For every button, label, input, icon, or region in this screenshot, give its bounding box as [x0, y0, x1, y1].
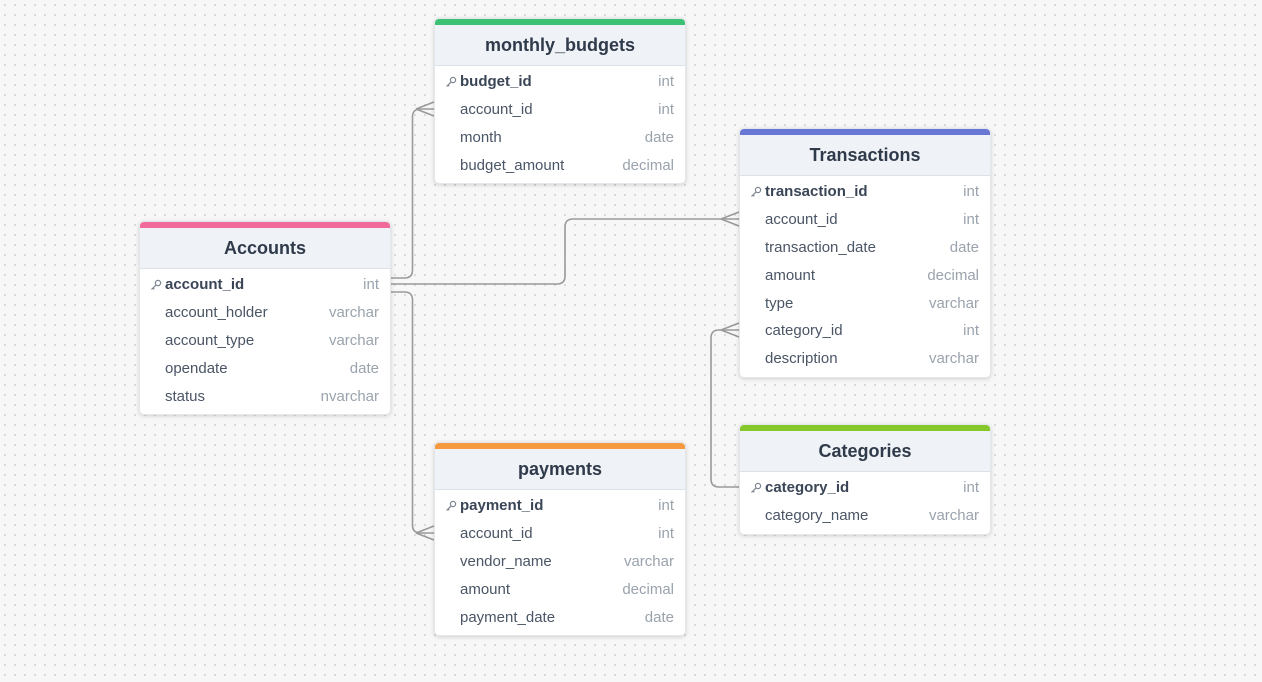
field-type: date [644, 128, 674, 146]
rel-accounts-transactions [391, 218, 739, 285]
field-row-transaction-id[interactable]: transaction_id int [740, 178, 990, 206]
field-row-description[interactable]: description varchar [740, 345, 990, 373]
field-row-category-id[interactable]: category_id int [740, 317, 990, 345]
field-row-budget-id[interactable]: budget_id int [435, 68, 685, 96]
field-type: int [658, 101, 674, 119]
field-row-budget-amount[interactable]: budget_amount decimal [435, 151, 685, 179]
field-name: month [460, 128, 502, 146]
field-type: int [363, 276, 379, 294]
field-type: int [963, 479, 979, 497]
field-name: opendate [165, 359, 228, 377]
table-accounts[interactable]: Accounts account_id int account_holder varc… [139, 221, 391, 415]
field-list: category_id int category_name varchar [740, 472, 990, 534]
field-name: account_id [165, 276, 245, 294]
field-name: account_holder [165, 304, 268, 322]
field-name: type [765, 294, 794, 312]
field-type: int [658, 525, 674, 543]
field-list: budget_id int account_id int month date budget… [435, 66, 685, 183]
field-type: decimal [622, 580, 674, 598]
rel-accounts-payments [391, 291, 434, 534]
field-list: account_id int account_holder varchar accoun… [140, 269, 390, 414]
diagram-canvas[interactable]: monthly_budgets budget_id int account_id in… [0, 0, 1262, 682]
field-row-account-id[interactable]: account_id int [435, 96, 685, 124]
field-row-category-name[interactable]: category_name varchar [740, 502, 990, 530]
field-row-transaction-date[interactable]: transaction_date date [740, 234, 990, 262]
field-name: budget_amount [460, 156, 565, 174]
field-list: payment_id int account_id int vendor_name var… [435, 490, 685, 635]
rel-categories-transactions-crows-foot [720, 322, 740, 338]
field-type: varchar [928, 350, 979, 368]
field-row-account-holder[interactable]: account_holder varchar [140, 299, 390, 327]
table-title[interactable]: Categories [740, 431, 990, 472]
field-name: transaction_id [765, 183, 868, 201]
field-type: int [963, 322, 979, 340]
field-name: payment_id [460, 497, 544, 515]
field-name: transaction_date [765, 238, 876, 256]
field-row-payment-date[interactable]: payment_date date [435, 603, 685, 631]
field-type: varchar [328, 304, 379, 322]
field-name: status [165, 387, 206, 405]
field-row-account-id[interactable]: account_id int [740, 206, 990, 234]
key-icon [445, 500, 457, 512]
field-row-month[interactable]: month date [435, 124, 685, 152]
key-icon [750, 186, 762, 198]
field-type: decimal [622, 156, 674, 174]
field-row-amount[interactable]: amount decimal [435, 575, 685, 603]
field-row-account-type[interactable]: account_type varchar [140, 327, 390, 355]
table-categories[interactable]: Categories category_id int category_name va… [739, 424, 991, 535]
field-name: vendor_name [460, 552, 552, 570]
key-icon [445, 76, 457, 88]
field-name: amount [765, 266, 816, 284]
table-transactions[interactable]: Transactions transaction_id int account_id… [739, 128, 991, 378]
field-row-category-id[interactable]: category_id int [740, 474, 990, 502]
field-name: account_type [165, 331, 255, 349]
field-row-type[interactable]: type varchar [740, 289, 990, 317]
rel-accounts-transactions-crows-foot [720, 211, 740, 227]
field-name: budget_id [460, 73, 532, 91]
field-list: transaction_id int account_id int transactio… [740, 176, 990, 377]
field-name: description [765, 350, 838, 368]
field-name: amount [460, 580, 511, 598]
field-type: nvarchar [320, 387, 379, 405]
field-type: int [963, 183, 979, 201]
field-type: date [949, 238, 979, 256]
rel-accounts-payments-crows-foot [415, 525, 435, 541]
table-monthly-budgets[interactable]: monthly_budgets budget_id int account_id in… [434, 18, 686, 185]
table-title[interactable]: monthly_budgets [435, 25, 685, 66]
field-row-payment-id[interactable]: payment_id int [435, 492, 685, 520]
field-type: varchar [328, 331, 379, 349]
field-type: varchar [623, 552, 674, 570]
field-row-amount[interactable]: amount decimal [740, 261, 990, 289]
rel-categories-transactions [710, 329, 739, 488]
field-row-status[interactable]: status nvarchar [140, 382, 390, 410]
field-row-account-id[interactable]: account_id int [435, 520, 685, 548]
table-title[interactable]: Accounts [140, 228, 390, 269]
field-type: int [963, 211, 979, 229]
field-type: date [349, 359, 379, 377]
field-name: account_id [460, 101, 533, 119]
field-type: int [658, 73, 674, 91]
table-title[interactable]: payments [435, 449, 685, 490]
table-title[interactable]: Transactions [740, 135, 990, 176]
key-icon [150, 279, 162, 291]
field-name: account_id [460, 525, 533, 543]
field-type: varchar [928, 507, 979, 525]
field-row-opendate[interactable]: opendate date [140, 354, 390, 382]
field-name: category_id [765, 322, 843, 340]
field-type: date [644, 608, 674, 626]
field-name: category_name [765, 507, 869, 525]
rel-accounts-monthly-budgets [391, 108, 434, 279]
key-icon [750, 482, 762, 494]
field-name: payment_date [460, 608, 556, 626]
rel-accounts-monthly-budgets-crows-foot [415, 101, 435, 117]
field-name: category_id [765, 479, 850, 497]
field-type: varchar [928, 294, 979, 312]
field-type: decimal [927, 266, 979, 284]
field-row-vendor-name[interactable]: vendor_name varchar [435, 548, 685, 576]
field-type: int [658, 497, 674, 515]
table-payments[interactable]: payments payment_id int account_id int vendo… [434, 442, 686, 636]
field-row-account-id[interactable]: account_id int [140, 271, 390, 299]
field-name: account_id [765, 211, 838, 229]
